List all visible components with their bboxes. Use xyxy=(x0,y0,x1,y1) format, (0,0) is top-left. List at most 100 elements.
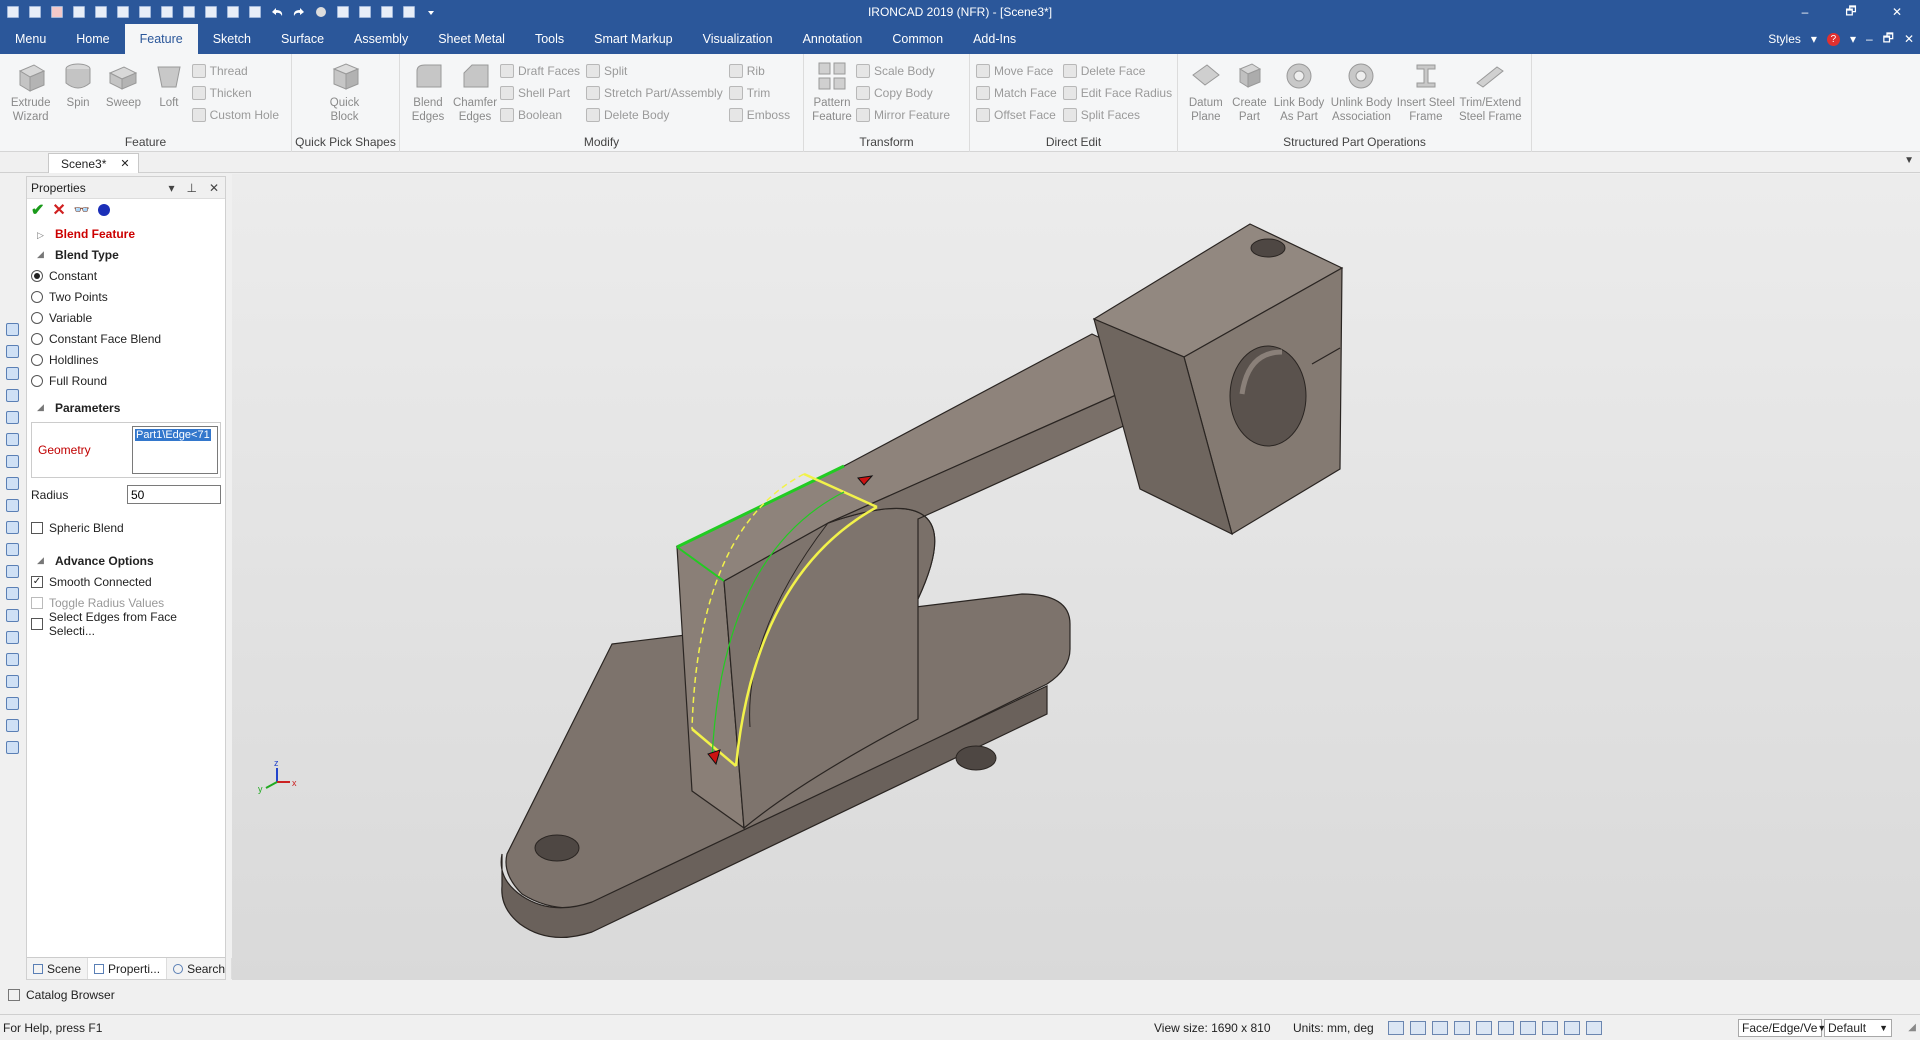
emboss-button[interactable]: Emboss xyxy=(728,104,790,126)
new-drawing-icon[interactable] xyxy=(70,3,88,21)
tab-sheet-metal[interactable]: Sheet Metal xyxy=(423,24,520,54)
move-face-button[interactable]: Move Face xyxy=(976,60,1057,82)
delete-body-button[interactable]: Delete Body xyxy=(586,104,723,126)
help-icon[interactable]: ? xyxy=(1826,32,1840,46)
edit-face-radius-button[interactable]: Edit Face Radius xyxy=(1062,82,1172,104)
panel-pin-icon[interactable]: ⊥ xyxy=(186,181,196,195)
toolbar-10-icon[interactable] xyxy=(6,521,19,534)
toolbar-6-icon[interactable] xyxy=(6,433,19,446)
tab-scene[interactable]: Scene xyxy=(27,958,89,979)
tab-search[interactable]: Search xyxy=(167,958,233,979)
close-button[interactable]: ✕ xyxy=(1874,0,1920,24)
tab-feature[interactable]: Feature xyxy=(124,24,198,54)
style-select[interactable]: Default ▼ xyxy=(1824,1018,1892,1037)
toolbar-3-icon[interactable] xyxy=(6,367,19,380)
new-assembly-icon[interactable] xyxy=(92,3,110,21)
toolbar-19-icon[interactable] xyxy=(6,719,19,732)
toolbar-1-icon[interactable] xyxy=(6,323,19,336)
toolbar-15-icon[interactable] xyxy=(6,631,19,644)
snap-icon[interactable] xyxy=(1564,1020,1580,1035)
ribbon-options-icon[interactable]: ▾ xyxy=(1850,32,1856,46)
stretch-button[interactable]: Stretch Part/Assembly xyxy=(586,82,723,104)
panel-dropdown-icon[interactable]: ▾ xyxy=(168,181,174,195)
tab-add-ins[interactable]: Add-Ins xyxy=(958,24,1031,54)
custom-hole-button[interactable]: Custom Hole xyxy=(191,104,279,126)
blend-feature-section[interactable]: ▷ Blend Feature xyxy=(27,223,225,244)
offset-face-button[interactable]: Offset Face xyxy=(976,104,1057,126)
new-icon[interactable] xyxy=(26,3,44,21)
tab-properties[interactable]: Properti... xyxy=(88,958,168,979)
catalog-browser-bar[interactable]: Catalog Browser xyxy=(0,984,1920,1006)
tab-menu[interactable]: Menu xyxy=(0,24,61,54)
toolbar-18-icon[interactable] xyxy=(6,697,19,710)
styles-menu[interactable]: Styles xyxy=(1768,32,1801,46)
radio-constant-face-blend[interactable]: Constant Face Blend xyxy=(27,328,225,349)
toolbar-20-icon[interactable] xyxy=(6,741,19,754)
toolbar-17-icon[interactable] xyxy=(6,675,19,688)
render-mode-icon[interactable] xyxy=(1476,1020,1492,1035)
zoom-fit-icon[interactable] xyxy=(1410,1020,1426,1035)
restore-button[interactable]: 🗗 xyxy=(1828,0,1874,24)
toolbar-9-icon[interactable] xyxy=(6,499,19,512)
close-doc-icon[interactable] xyxy=(48,3,66,21)
tab-tools[interactable]: Tools xyxy=(520,24,579,54)
doc-close-icon[interactable]: ✕ xyxy=(1904,32,1914,46)
tab-home[interactable]: Home xyxy=(61,24,124,54)
print-icon[interactable] xyxy=(202,3,220,21)
redo-icon[interactable] xyxy=(290,3,308,21)
render-icon[interactable] xyxy=(312,3,330,21)
panel-close-icon[interactable]: ✕ xyxy=(209,181,219,195)
tab-common[interactable]: Common xyxy=(877,24,958,54)
apply-check-icon[interactable]: ✔ xyxy=(31,200,44,220)
catalog-icon[interactable] xyxy=(378,3,396,21)
split-button[interactable]: Split xyxy=(586,60,723,82)
save-all-icon[interactable] xyxy=(180,3,198,21)
scale-body-button[interactable]: Scale Body xyxy=(856,60,950,82)
triball-icon[interactable] xyxy=(356,3,374,21)
toolbar-11-icon[interactable] xyxy=(6,543,19,556)
glasses-icon[interactable] xyxy=(1520,1020,1536,1035)
draft-faces-button[interactable]: Draft Faces xyxy=(500,60,580,82)
cancel-x-icon[interactable]: ✕ xyxy=(52,200,65,220)
toolbar-8-icon[interactable] xyxy=(6,477,19,490)
geometry-selection-box[interactable]: Part1\Edge<71 xyxy=(132,426,218,474)
doc-list-dropdown-icon[interactable]: ▼ xyxy=(1904,155,1914,166)
blend-type-section[interactable]: ◢ Blend Type xyxy=(27,244,225,265)
open-icon[interactable] xyxy=(136,3,154,21)
status-circle-icon[interactable] xyxy=(98,204,110,216)
thicken-button[interactable]: Thicken xyxy=(191,82,279,104)
preview-glasses-icon[interactable]: 👓 xyxy=(74,202,90,218)
section-view-icon[interactable] xyxy=(1498,1020,1514,1035)
view-orient-icon[interactable] xyxy=(1432,1020,1448,1035)
styles-dropdown-icon[interactable]: ▾ xyxy=(1811,32,1817,46)
resize-grip-icon[interactable]: ◢ xyxy=(1908,1022,1916,1033)
copy-body-button[interactable]: Copy Body xyxy=(856,82,950,104)
advance-options-section[interactable]: ◢ Advance Options xyxy=(27,550,225,571)
toolbar-4-icon[interactable] xyxy=(6,389,19,402)
tab-assembly[interactable]: Assembly xyxy=(339,24,423,54)
radio-full-round[interactable]: Full Round xyxy=(27,370,225,391)
thread-button[interactable]: Thread xyxy=(191,60,279,82)
doc-restore-icon[interactable]: 🗗 xyxy=(1883,29,1894,50)
app-menu-icon[interactable] xyxy=(4,3,22,21)
3d-viewport[interactable]: z x y xyxy=(232,174,1920,980)
radio-holdlines[interactable]: Holdlines xyxy=(27,349,225,370)
toolbar-16-icon[interactable] xyxy=(6,653,19,666)
doc-tab-scene3[interactable]: Scene3* ✕ xyxy=(48,153,139,173)
tab-smart-markup[interactable]: Smart Markup xyxy=(579,24,688,54)
shell-part-button[interactable]: Shell Part xyxy=(500,82,580,104)
zoom-icon[interactable] xyxy=(1388,1020,1404,1035)
scene-icon[interactable] xyxy=(400,3,418,21)
spheric-blend-checkbox[interactable]: Spheric Blend xyxy=(27,517,225,538)
radio-variable[interactable]: Variable xyxy=(27,307,225,328)
radius-input[interactable] xyxy=(127,485,221,504)
selection-filter-select[interactable]: Face/Edge/Ve ▼ xyxy=(1738,1018,1826,1037)
select-arrow-icon[interactable] xyxy=(1586,1020,1602,1035)
tab-surface[interactable]: Surface xyxy=(266,24,339,54)
qat-customize-icon[interactable] xyxy=(422,3,440,21)
doc-minimize-icon[interactable]: – xyxy=(1866,32,1873,46)
radio-two-points[interactable]: Two Points xyxy=(27,286,225,307)
display-mode-icon[interactable] xyxy=(1454,1020,1470,1035)
tab-sketch[interactable]: Sketch xyxy=(198,24,266,54)
minimize-button[interactable]: – xyxy=(1782,0,1828,24)
